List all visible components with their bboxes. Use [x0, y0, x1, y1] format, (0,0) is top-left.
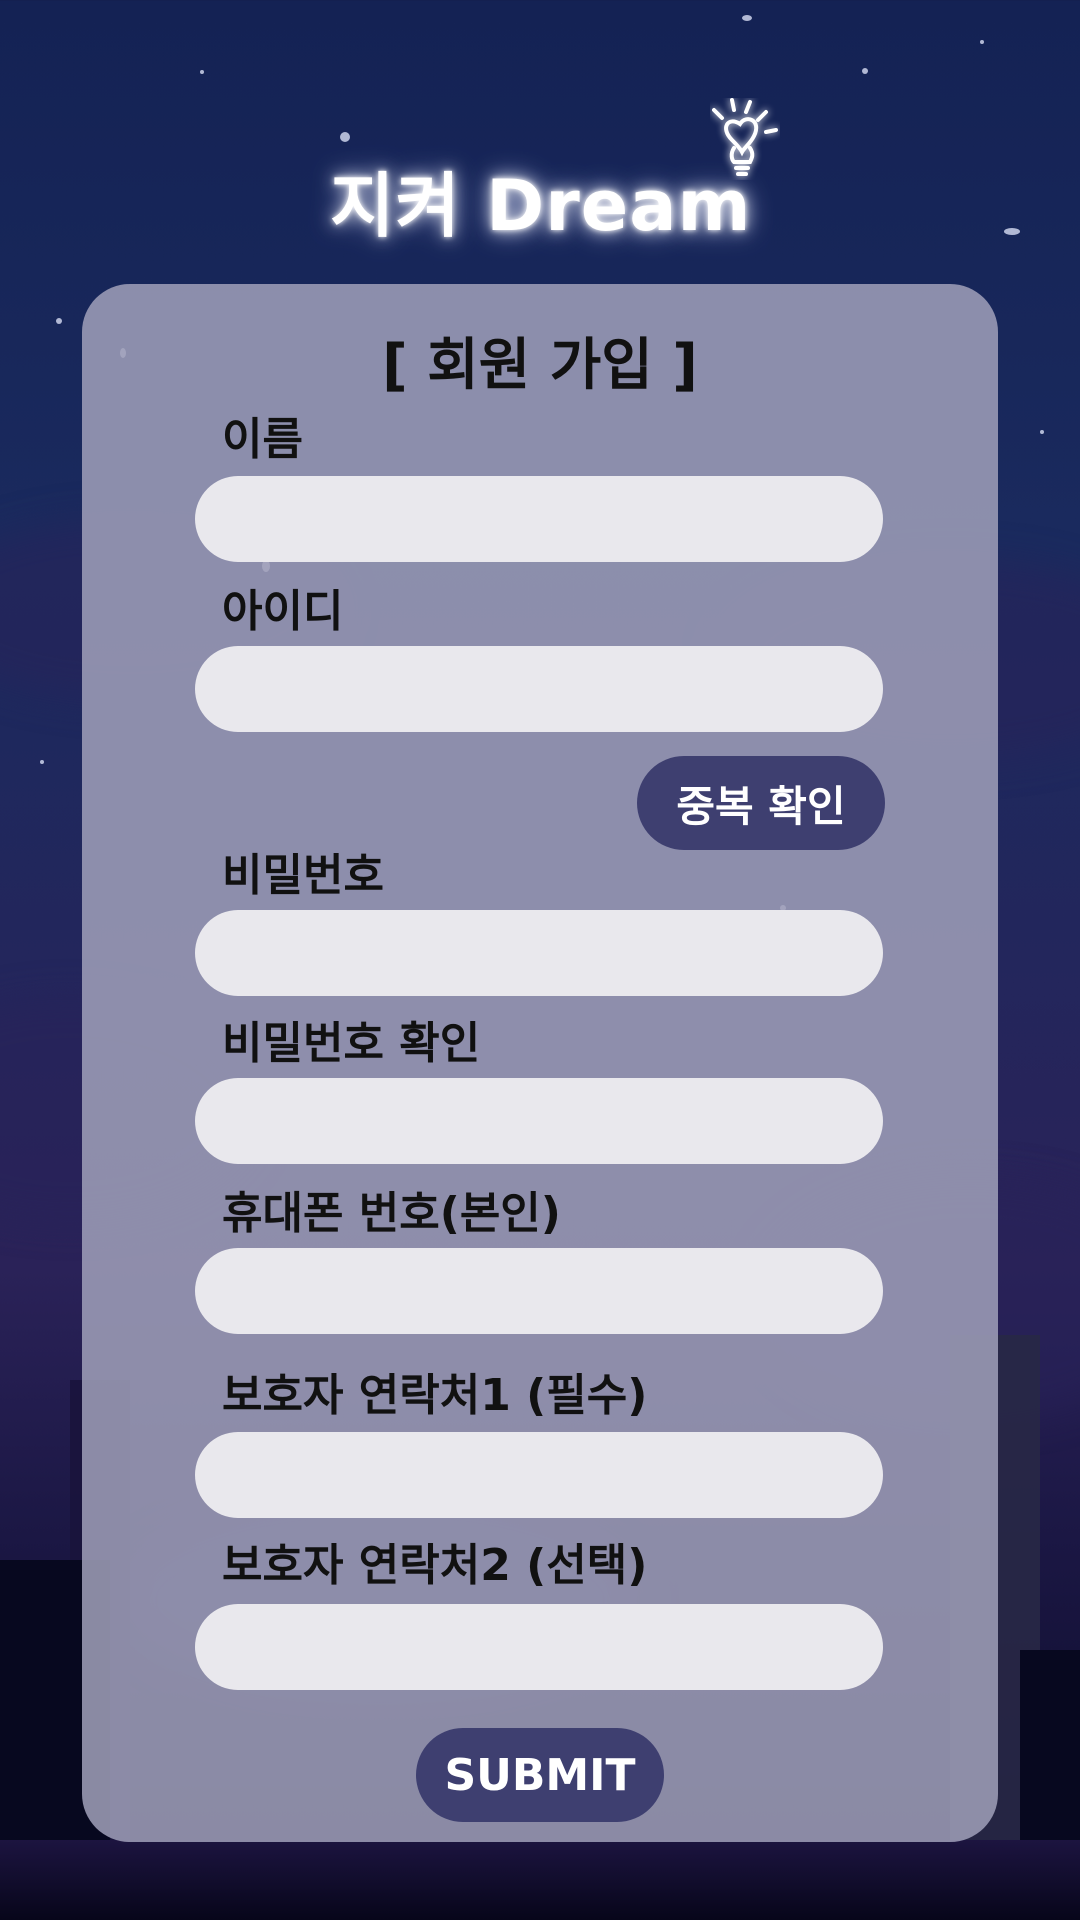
name-label: 이름 — [222, 414, 303, 465]
password-input[interactable] — [195, 910, 883, 996]
phone-input[interactable] — [195, 1248, 883, 1334]
password-confirm-label: 비밀번호 확인 — [222, 1018, 481, 1069]
guardian-contact-1-label: 보호자 연락처1 (필수) — [222, 1370, 648, 1421]
user-id-input[interactable] — [195, 646, 883, 732]
guardian-contact-2-label: 보호자 연락처2 (선택) — [222, 1540, 648, 1591]
submit-button[interactable]: SUBMIT — [416, 1728, 664, 1822]
password-confirm-input[interactable] — [195, 1078, 883, 1164]
lightbulb-heart-icon — [712, 98, 778, 176]
password-label: 비밀번호 — [222, 850, 384, 901]
user-id-label: 아이디 — [222, 586, 344, 637]
phone-label: 휴대폰 번호(본인) — [222, 1188, 561, 1239]
logo-text: 지켜 Dream — [330, 164, 752, 247]
name-input[interactable] — [195, 476, 883, 562]
guardian-contact-2-input[interactable] — [195, 1604, 883, 1690]
form-title: [ 회원 가입 ] — [382, 333, 698, 398]
ground-silhouette — [0, 1840, 1080, 1920]
guardian-contact-1-input[interactable] — [195, 1432, 883, 1518]
signup-form-card: [ 회원 가입 ] 이름 아이디 중복 확인 비밀번호 비밀번호 확인 휴대폰 … — [82, 284, 998, 1842]
duplicate-check-button[interactable]: 중복 확인 — [637, 756, 885, 850]
app-logo: 지켜 Dream — [330, 150, 751, 250]
